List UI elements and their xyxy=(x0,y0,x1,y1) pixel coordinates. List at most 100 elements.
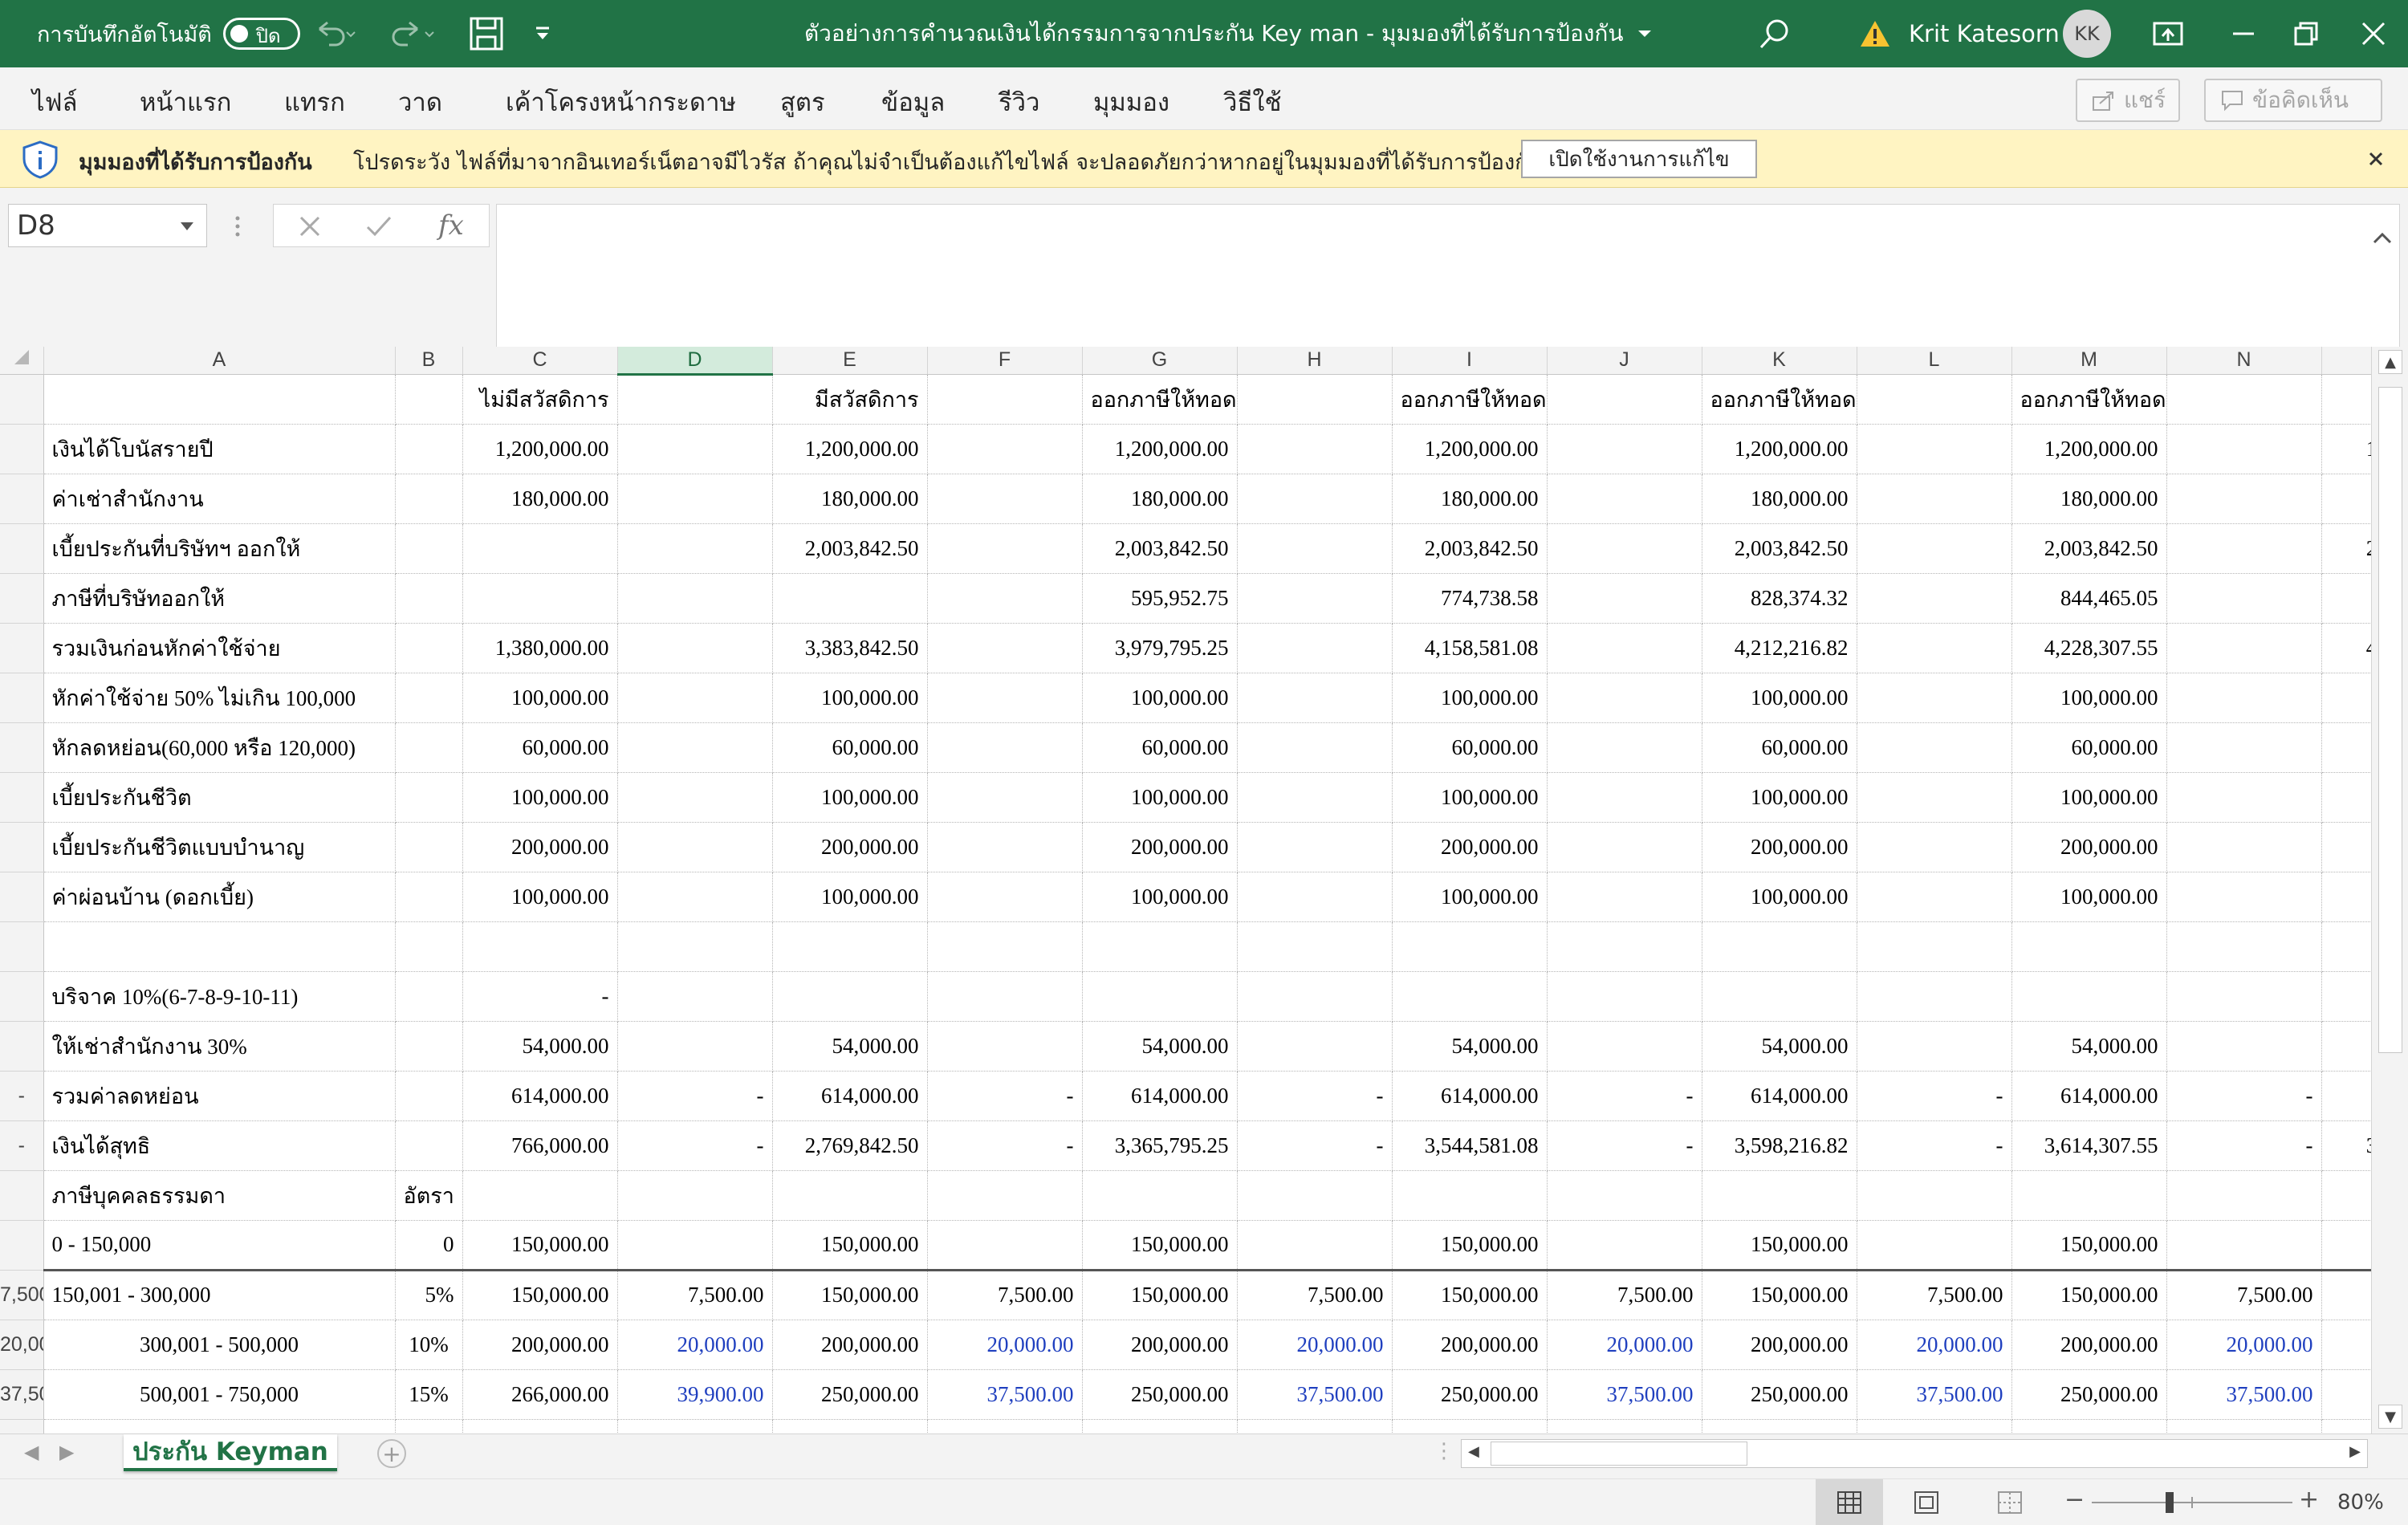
cell-e[interactable] xyxy=(772,573,928,624)
cell-c[interactable] xyxy=(462,1170,618,1221)
cell-a[interactable]: หักลดหย่อน(60,000 หรือ 120,000) xyxy=(43,722,396,773)
cell-b[interactable] xyxy=(395,673,463,723)
cell-j-[interactable]: - xyxy=(1547,1120,1702,1171)
cell-f[interactable] xyxy=(927,424,1083,474)
cell-m[interactable]: 180,000.00 xyxy=(2011,474,2167,524)
cell-l-[interactable]: - xyxy=(1857,1120,2012,1171)
cell-d[interactable] xyxy=(617,474,773,524)
cell-b[interactable] xyxy=(395,872,463,922)
cell-b-[interactable] xyxy=(395,1120,463,1171)
cell-h7,500.00[interactable]: 7,500.00 xyxy=(1237,1268,1393,1320)
row-header[interactable] xyxy=(0,722,44,773)
cell-d[interactable] xyxy=(617,673,773,723)
cell-m[interactable]: 200,000.00 xyxy=(2011,822,2167,872)
cell-b[interactable] xyxy=(395,971,463,1022)
cell-l[interactable] xyxy=(1857,872,2012,922)
add-sheet-icon[interactable]: + xyxy=(377,1439,406,1468)
cell-n[interactable] xyxy=(2166,1220,2322,1271)
cell-i[interactable]: 1,200,000.00 xyxy=(1392,424,1548,474)
cell-a[interactable]: ค่าเช่าสำนักงาน xyxy=(43,474,396,524)
column-header-k[interactable]: K xyxy=(1702,347,1857,375)
cell-k[interactable]: 150,000.00 xyxy=(1702,1220,1857,1271)
cell-c[interactable]: 100,000.00 xyxy=(462,772,618,823)
cell-m-[interactable]: 3,614,307.55 xyxy=(2011,1120,2167,1171)
cell-g[interactable]: 180,000.00 xyxy=(1082,474,1238,524)
cell-e37,500.00[interactable]: 250,000.00 xyxy=(772,1369,928,1420)
cell-h[interactable] xyxy=(1237,474,1393,524)
cell-g[interactable]: 60,000.00 xyxy=(1082,722,1238,773)
cell-i[interactable]: 100,000.00 xyxy=(1392,673,1548,723)
scroll-thumb[interactable] xyxy=(2378,387,2402,1053)
cell-g[interactable] xyxy=(1082,921,1238,972)
close-icon[interactable] xyxy=(2368,151,2384,167)
cell-a[interactable]: ภาษีบุคคลธรรมดา xyxy=(43,1170,396,1221)
cell-o20,000.00[interactable] xyxy=(2321,1320,2371,1370)
cell-h20,000.00[interactable]: 20,000.00 xyxy=(1237,1320,1393,1370)
cell-m37,500.00[interactable]: 250,000.00 xyxy=(2011,1369,2167,1420)
cell-h[interactable] xyxy=(1237,872,1393,922)
row-header[interactable] xyxy=(0,921,44,972)
share-button[interactable]: แชร์ xyxy=(2076,79,2180,122)
cell-m50,000.00[interactable]: 250,000.00 xyxy=(2011,1419,2167,1434)
cell-g50,000.00[interactable]: 250,000.00 xyxy=(1082,1419,1238,1434)
document-title-area[interactable]: ตัวอย่างการคำนวณเงินได้กรรมการจากประกัน … xyxy=(804,0,1654,67)
cell-f[interactable] xyxy=(927,1021,1083,1072)
row-header[interactable] xyxy=(0,523,44,574)
cell-g[interactable]: 3,979,795.25 xyxy=(1082,623,1238,673)
cell-a[interactable]: ค่าผ่อนบ้าน (ดอกเบี้ย) xyxy=(43,872,396,922)
cell-b20,000.00[interactable]: 10% xyxy=(395,1320,463,1370)
zoom-slider[interactable] xyxy=(2092,1492,2292,1513)
cell-i7,500.00[interactable]: 150,000.00 xyxy=(1392,1268,1548,1320)
cell-a[interactable]: 0 - 150,000 xyxy=(43,1220,396,1271)
cell-e50,000.00[interactable]: 250,000.00 xyxy=(772,1419,928,1434)
cell-l[interactable] xyxy=(1857,722,2012,773)
cell-o[interactable] xyxy=(2321,722,2371,773)
zoom-in-icon[interactable]: + xyxy=(2299,1486,2319,1514)
cell-h[interactable] xyxy=(1237,673,1393,723)
chevron-down-icon[interactable] xyxy=(179,221,195,232)
cell-k[interactable]: 100,000.00 xyxy=(1702,872,1857,922)
cell-d-[interactable]: - xyxy=(617,1071,773,1121)
cell-n-[interactable]: - xyxy=(2166,1120,2322,1171)
cell-l7,500.00[interactable]: 7,500.00 xyxy=(1857,1268,2012,1320)
cell-f50,000.00[interactable]: 50,000.00 xyxy=(927,1419,1083,1434)
cell-n50,000.00[interactable]: 50,000.00 xyxy=(2166,1419,2322,1434)
cell-k[interactable]: 100,000.00 xyxy=(1702,772,1857,823)
cell-k-[interactable]: 614,000.00 xyxy=(1702,1071,1857,1121)
cell-o[interactable]: 4,2 xyxy=(2321,623,2371,673)
cell-k[interactable]: 100,000.00 xyxy=(1702,673,1857,723)
autosave-toggle[interactable]: ปิด xyxy=(222,18,300,50)
column-header-f[interactable]: F xyxy=(927,347,1083,375)
cell-m[interactable]: 100,000.00 xyxy=(2011,872,2167,922)
cell-n[interactable] xyxy=(2166,474,2322,524)
cell-j[interactable] xyxy=(1547,374,1702,425)
cell-i[interactable]: 100,000.00 xyxy=(1392,772,1548,823)
cell-j[interactable] xyxy=(1547,822,1702,872)
cell-i[interactable] xyxy=(1392,921,1548,972)
cell-b[interactable]: 0 xyxy=(395,1220,463,1271)
cell-n[interactable] xyxy=(2166,424,2322,474)
cell-c[interactable]: 54,000.00 xyxy=(462,1021,618,1072)
cell-a[interactable]: เบี้ยประกันที่บริษัทฯ ออกให้ xyxy=(43,523,396,574)
cell-n[interactable] xyxy=(2166,673,2322,723)
cell-j-[interactable]: - xyxy=(1547,1071,1702,1121)
page-layout-icon[interactable] xyxy=(1914,1490,1939,1515)
prev-sheet-icon[interactable]: ◀ xyxy=(24,1441,39,1463)
cell-c[interactable]: ไม่มีสวัสดิการ xyxy=(462,374,618,425)
enable-editing-button[interactable]: เปิดใช้งานการแก้ไข xyxy=(1521,140,1757,178)
select-all-corner[interactable] xyxy=(0,347,44,375)
cell-m20,000.00[interactable]: 200,000.00 xyxy=(2011,1320,2167,1370)
cell-f37,500.00[interactable]: 37,500.00 xyxy=(927,1369,1083,1420)
cell-e[interactable]: 150,000.00 xyxy=(772,1220,928,1271)
sheet-tab-keyman[interactable]: ประกัน Keyman xyxy=(124,1434,337,1471)
tab-data[interactable]: ข้อมูล xyxy=(881,82,945,122)
cell-f[interactable] xyxy=(927,971,1083,1022)
cell-o[interactable] xyxy=(2321,1170,2371,1221)
cell-n[interactable] xyxy=(2166,573,2322,624)
cell-l[interactable] xyxy=(1857,374,2012,425)
cell-b50,000.00[interactable]: 20% xyxy=(395,1419,463,1434)
zoom-out-icon[interactable]: − xyxy=(2064,1486,2085,1514)
avatar[interactable]: KK xyxy=(2063,0,2111,67)
cell-c[interactable]: 1,380,000.00 xyxy=(462,623,618,673)
cell-n[interactable] xyxy=(2166,921,2322,972)
